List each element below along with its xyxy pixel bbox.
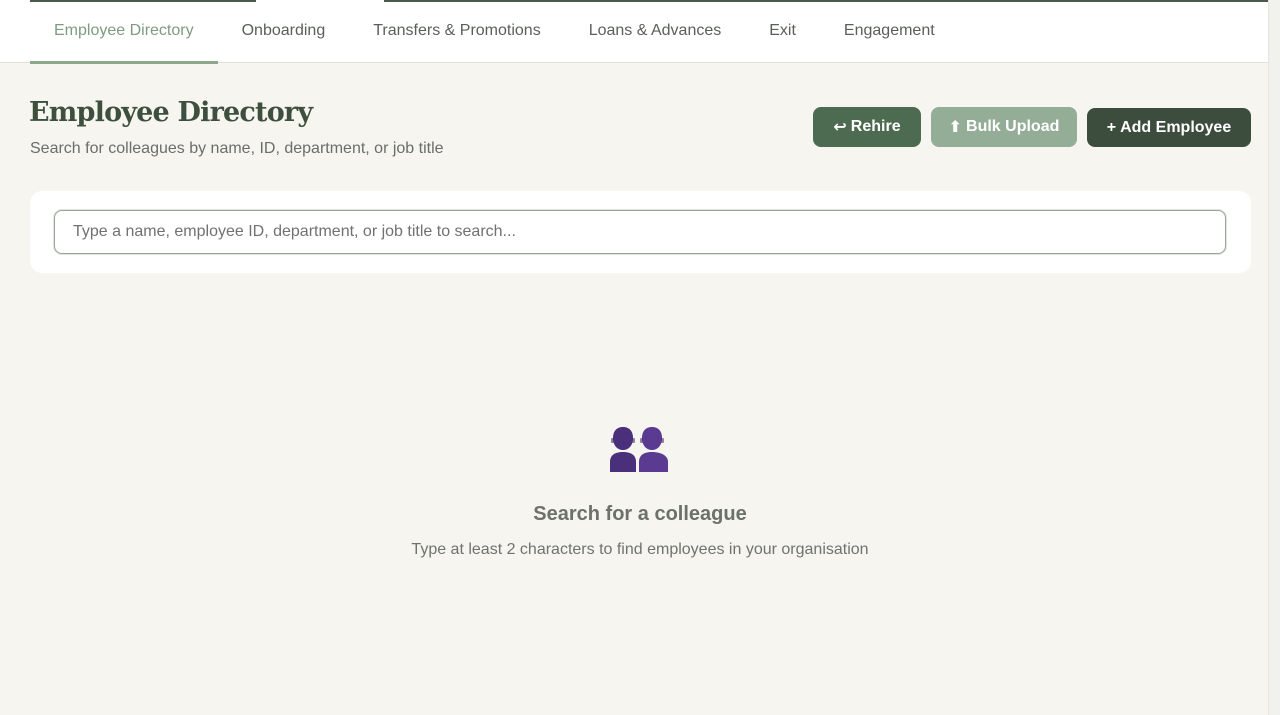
tab-exit[interactable]: Exit <box>745 0 820 63</box>
top-nav-bar: Employee Directory Onboarding Transfers … <box>0 0 1268 64</box>
rehire-button-label: Rehire <box>850 118 901 135</box>
page-subtitle: Search for colleagues by name, ID, depar… <box>30 140 444 157</box>
empty-state-subtitle: Type at least 2 characters to find emplo… <box>411 541 869 558</box>
plus-icon: + <box>1106 118 1117 136</box>
tab-engagement[interactable]: Engagement <box>820 0 959 63</box>
upload-arrow-icon: ⬆ <box>948 119 963 136</box>
add-employee-button-label: Add Employee <box>1120 118 1232 136</box>
tab-onboarding[interactable]: Onboarding <box>218 0 350 63</box>
empty-state-title: Search for a colleague <box>533 503 747 525</box>
rehire-button[interactable]: ↩ Rehire <box>813 107 921 147</box>
bulk-upload-button-label: Bulk Upload <box>966 118 1060 135</box>
tab-transfers-promotions[interactable]: Transfers & Promotions <box>349 0 564 63</box>
employee-search-input[interactable] <box>54 210 1226 254</box>
add-employee-button[interactable]: + Add Employee <box>1087 108 1251 147</box>
tab-loans-advances[interactable]: Loans & Advances <box>565 0 746 63</box>
two-people-icon <box>610 427 668 472</box>
page-title: Employee Directory <box>29 97 313 128</box>
bulk-upload-button[interactable]: ⬆ Bulk Upload <box>931 107 1077 147</box>
undo-arrow-icon: ↩ <box>833 119 847 136</box>
page-scrollbar[interactable] <box>1268 0 1280 715</box>
module-tabs: Employee Directory Onboarding Transfers … <box>30 0 959 64</box>
tab-employee-directory[interactable]: Employee Directory <box>30 0 218 64</box>
search-card <box>30 191 1251 273</box>
